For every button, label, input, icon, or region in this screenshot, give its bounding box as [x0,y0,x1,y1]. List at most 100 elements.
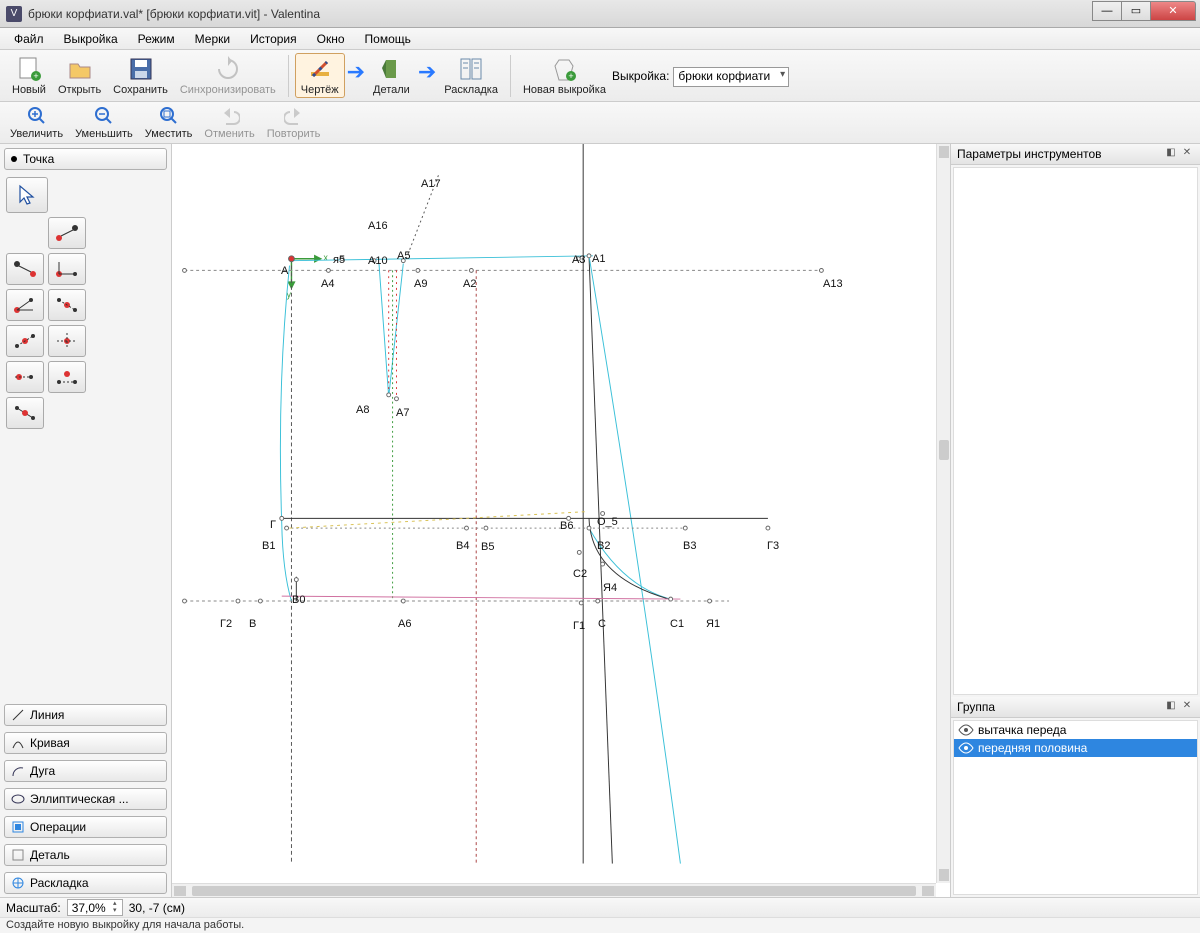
category-point[interactable]: Точка [4,148,167,170]
panel-close-button[interactable]: ✕ [1180,700,1194,714]
point-label: A9 [414,278,427,290]
point-label: A8 [356,404,369,416]
point-label: В3 [683,540,696,552]
group-item[interactable]: передняя половина [954,739,1197,757]
maximize-button[interactable]: ▭ [1121,1,1151,21]
canvas-area[interactable]: x y [172,144,950,897]
pattern-select[interactable]: брюки корфиати [673,67,789,87]
zoom-fit-icon [158,105,180,127]
category-layout[interactable]: Раскладка [4,872,167,894]
scale-spinbox[interactable]: 37,0% ▴▾ [67,899,123,916]
menu-help[interactable]: Помощь [355,29,421,49]
scale-down[interactable]: ▾ [110,908,120,915]
main-area: Точка Линия Кривая Дуга Эллиптическая ..… [0,144,1200,897]
details-button[interactable]: Детали [367,53,416,98]
tool-point-2[interactable] [6,253,44,285]
layout-label: Раскладка [444,84,498,96]
eye-icon [958,724,974,736]
zoom-fit-button[interactable]: Уместить [139,103,199,142]
menu-measurements[interactable]: Мерки [185,29,240,49]
vertical-scrollbar[interactable] [936,144,950,883]
category-ellipse-label: Эллиптическая ... [30,792,129,806]
app-icon: V [6,6,22,22]
group-item[interactable]: вытачка переда [954,721,1197,739]
minimize-button[interactable]: — [1092,1,1122,21]
horizontal-scrollbar[interactable] [172,883,936,897]
point-label: A3 [572,254,585,266]
save-label: Сохранить [113,84,168,96]
menu-file[interactable]: Файл [4,29,54,49]
point-label: A17 [421,178,441,190]
right-sidebar: Параметры инструментов ◧ ✕ Группа ◧ ✕ вы… [950,144,1200,897]
category-detail[interactable]: Деталь [4,844,167,866]
group-name: вытачка переда [978,723,1066,737]
tool-point-8[interactable] [6,361,44,393]
point-label: С2 [573,568,587,580]
panel-float-button[interactable]: ◧ [1164,700,1178,714]
category-operations[interactable]: Операции [4,816,167,838]
new-button[interactable]: + Новый [6,53,52,98]
zoom-out-icon [93,105,115,127]
new-icon: + [15,55,43,83]
point-label: A16 [368,220,388,232]
menu-mode[interactable]: Режим [128,29,185,49]
panel-float-button[interactable]: ◧ [1164,147,1178,161]
zoom-out-button[interactable]: Уменьшить [69,103,139,142]
layout-icon [11,876,25,890]
new-label: Новый [12,84,46,96]
panel-close-button[interactable]: ✕ [1180,147,1194,161]
new-pattern-button[interactable]: + Новая выкройка [517,53,612,98]
separator [510,55,511,97]
layout-button[interactable]: Раскладка [438,53,504,98]
point-label: В2 [597,540,610,552]
open-icon [66,55,94,83]
close-button[interactable]: ✕ [1150,1,1196,21]
category-arc[interactable]: Дуга [4,760,167,782]
category-curve-label: Кривая [30,736,70,750]
detail-icon [11,848,25,862]
tool-point-3[interactable] [48,253,86,285]
separator [288,55,289,97]
tool-point-9[interactable] [48,361,86,393]
tool-point-5[interactable] [48,289,86,321]
tool-point-6[interactable] [6,325,44,357]
tool-point-7[interactable] [48,325,86,357]
open-button[interactable]: Открыть [52,53,107,98]
tool-point-4[interactable] [6,289,44,321]
category-curve[interactable]: Кривая [4,732,167,754]
menu-pattern[interactable]: Выкройка [54,29,128,49]
group-list[interactable]: вытачка переда передняя половина [953,720,1198,895]
tool-grid [0,173,171,433]
save-button[interactable]: Сохранить [107,53,174,98]
tool-point-1[interactable] [48,217,86,249]
draft-icon [306,55,334,83]
tool-point-10[interactable] [6,397,44,429]
category-line[interactable]: Линия [4,704,167,726]
layout-icon [457,55,485,83]
draft-label: Чертёж [301,84,339,96]
canvas[interactable]: x y [172,144,936,883]
redo-icon [283,105,305,127]
pattern-label: Выкройка: [612,53,673,83]
tool-params-body [953,167,1198,695]
category-line-label: Линия [30,708,64,722]
point-label: A10 [368,255,388,267]
menu-history[interactable]: История [240,29,307,49]
point-label: A1 [592,253,605,265]
scale-label: Масштаб: [6,901,61,915]
tool-select[interactable] [6,177,48,213]
point-label: В6 [560,520,573,532]
menu-window[interactable]: Окно [307,29,355,49]
svg-text:x: x [324,253,329,263]
coords: 30, -7 (см) [129,901,185,915]
titlebar: V брюки корфиати.val* [брюки корфиати.vi… [0,0,1200,28]
category-point-label: Точка [23,152,54,166]
point-label: я5 [333,254,345,266]
operations-icon [11,820,25,834]
point-label: В5 [481,541,494,553]
zoom-in-button[interactable]: Увеличить [4,103,69,142]
category-operations-label: Операции [30,820,86,834]
draft-button[interactable]: Чертёж [295,53,345,98]
details-icon [377,55,405,83]
category-ellipse[interactable]: Эллиптическая ... [4,788,167,810]
